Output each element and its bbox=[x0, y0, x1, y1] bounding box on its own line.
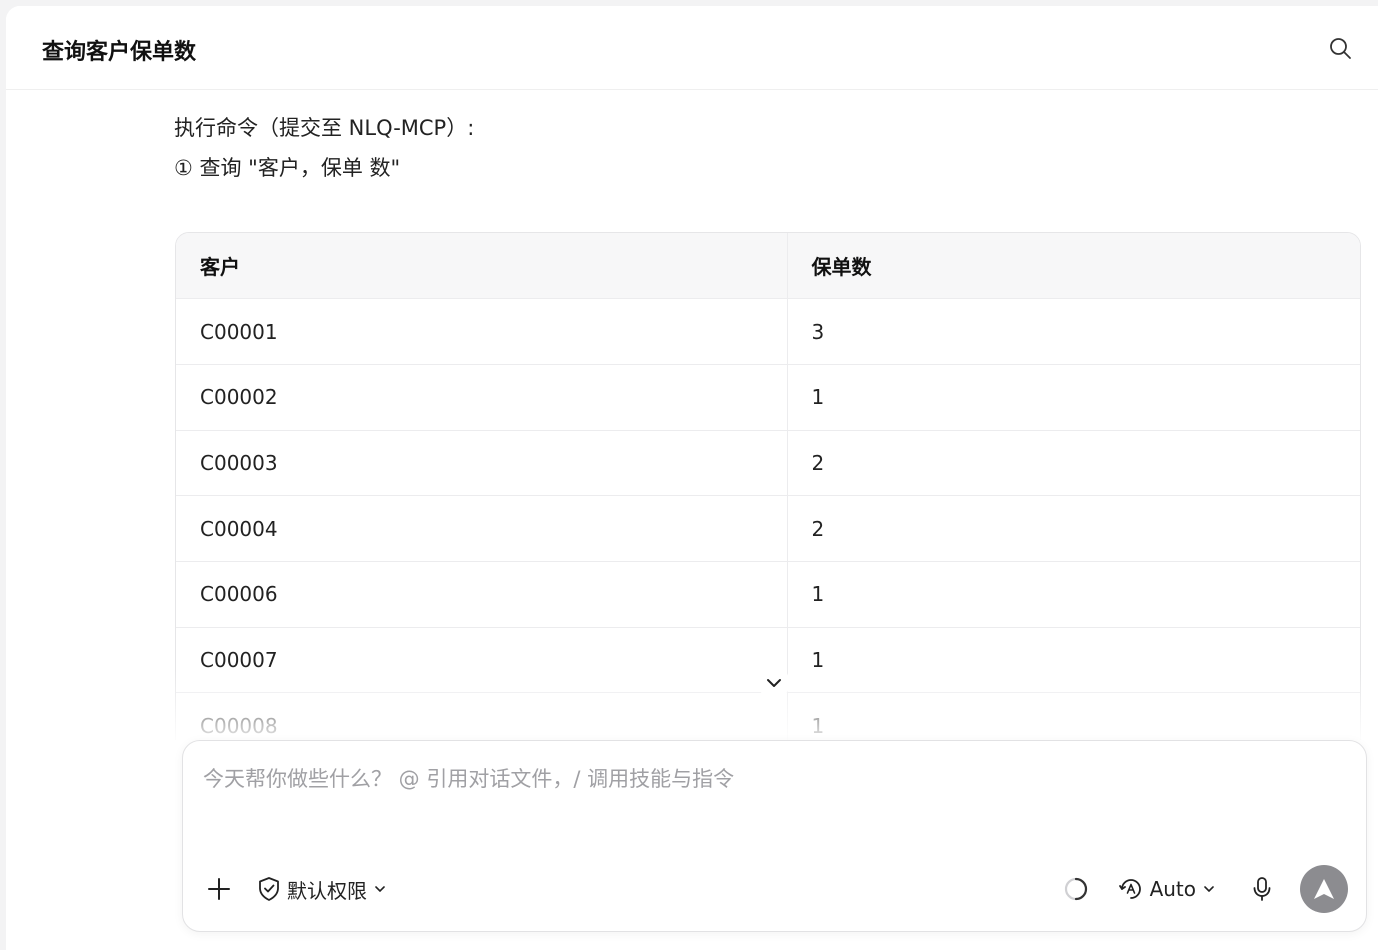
permission-selector[interactable]: 默认权限 bbox=[257, 873, 387, 905]
table-row: C00001 3 bbox=[176, 298, 1360, 365]
send-button[interactable] bbox=[1300, 865, 1348, 913]
cell-customer: C00002 bbox=[176, 364, 788, 431]
app-window: 查询客户保单数 执行命令（提交至 NLQ-MCP）: ① 查询 "客户，保单 数… bbox=[6, 6, 1378, 950]
page-title: 查询客户保单数 bbox=[42, 40, 197, 65]
permission-label: 默认权限 bbox=[287, 878, 367, 903]
model-label: Auto bbox=[1149, 877, 1196, 901]
assistant-message: 执行命令（提交至 NLQ-MCP）: ① 查询 "客户，保单 数" bbox=[174, 108, 474, 188]
cell-policy-count: 1 bbox=[787, 692, 1360, 740]
auto-model-icon bbox=[1118, 879, 1141, 899]
cell-customer: C00008 bbox=[176, 692, 788, 740]
cell-customer: C00007 bbox=[176, 627, 788, 694]
result-table: 客户 保单数 C00001 3 C00002 1 C00003 2 C00004 2 C… bbox=[175, 232, 1361, 740]
table-row: C00003 2 bbox=[176, 430, 1360, 497]
spinner-icon bbox=[1064, 877, 1087, 901]
chevron-down-icon bbox=[375, 886, 385, 892]
table-row: C00006 1 bbox=[176, 561, 1360, 628]
cell-customer: C00003 bbox=[176, 430, 788, 497]
composer-toolbar: 默认权限 Auto bbox=[183, 863, 1366, 915]
message-input[interactable] bbox=[203, 763, 1343, 843]
table-row: C00002 1 bbox=[176, 364, 1360, 431]
cell-policy-count: 1 bbox=[787, 364, 1360, 431]
table-header-row: 客户 保单数 bbox=[176, 233, 1360, 300]
cell-policy-count: 1 bbox=[787, 561, 1360, 628]
model-selector[interactable]: Auto bbox=[1118, 876, 1216, 902]
scroll-to-bottom-button[interactable] bbox=[758, 667, 790, 699]
chevron-down-icon bbox=[767, 679, 781, 687]
composer-right-tools: Auto bbox=[1062, 863, 1348, 915]
table-row: C00004 2 bbox=[176, 495, 1360, 562]
command-line: 执行命令（提交至 NLQ-MCP）: bbox=[174, 116, 475, 140]
chevron-down-icon bbox=[1204, 886, 1214, 892]
column-header-policy-count: 保单数 bbox=[787, 233, 1360, 300]
conversation-area[interactable]: 执行命令（提交至 NLQ-MCP）: ① 查询 "客户，保单 数" 客户 保单数… bbox=[6, 90, 1378, 740]
message-composer: 默认权限 Auto bbox=[182, 740, 1367, 932]
cell-customer: C00004 bbox=[176, 495, 788, 562]
cell-policy-count: 1 bbox=[787, 627, 1360, 694]
query-line: ① 查询 "客户，保单 数" bbox=[174, 156, 401, 180]
search-icon[interactable] bbox=[1328, 36, 1352, 60]
page-header: 查询客户保单数 bbox=[6, 6, 1378, 90]
shield-check-icon bbox=[259, 877, 279, 901]
microphone-icon[interactable] bbox=[1250, 875, 1274, 903]
cell-customer: C00001 bbox=[176, 298, 788, 365]
cell-policy-count: 2 bbox=[787, 430, 1360, 497]
column-header-customer: 客户 bbox=[176, 233, 788, 300]
table-row: C00008 1 bbox=[176, 692, 1360, 740]
cell-policy-count: 2 bbox=[787, 495, 1360, 562]
plus-icon[interactable] bbox=[205, 875, 233, 903]
send-arrow-icon bbox=[1314, 879, 1334, 899]
cell-policy-count: 3 bbox=[787, 298, 1360, 365]
cell-customer: C00006 bbox=[176, 561, 788, 628]
